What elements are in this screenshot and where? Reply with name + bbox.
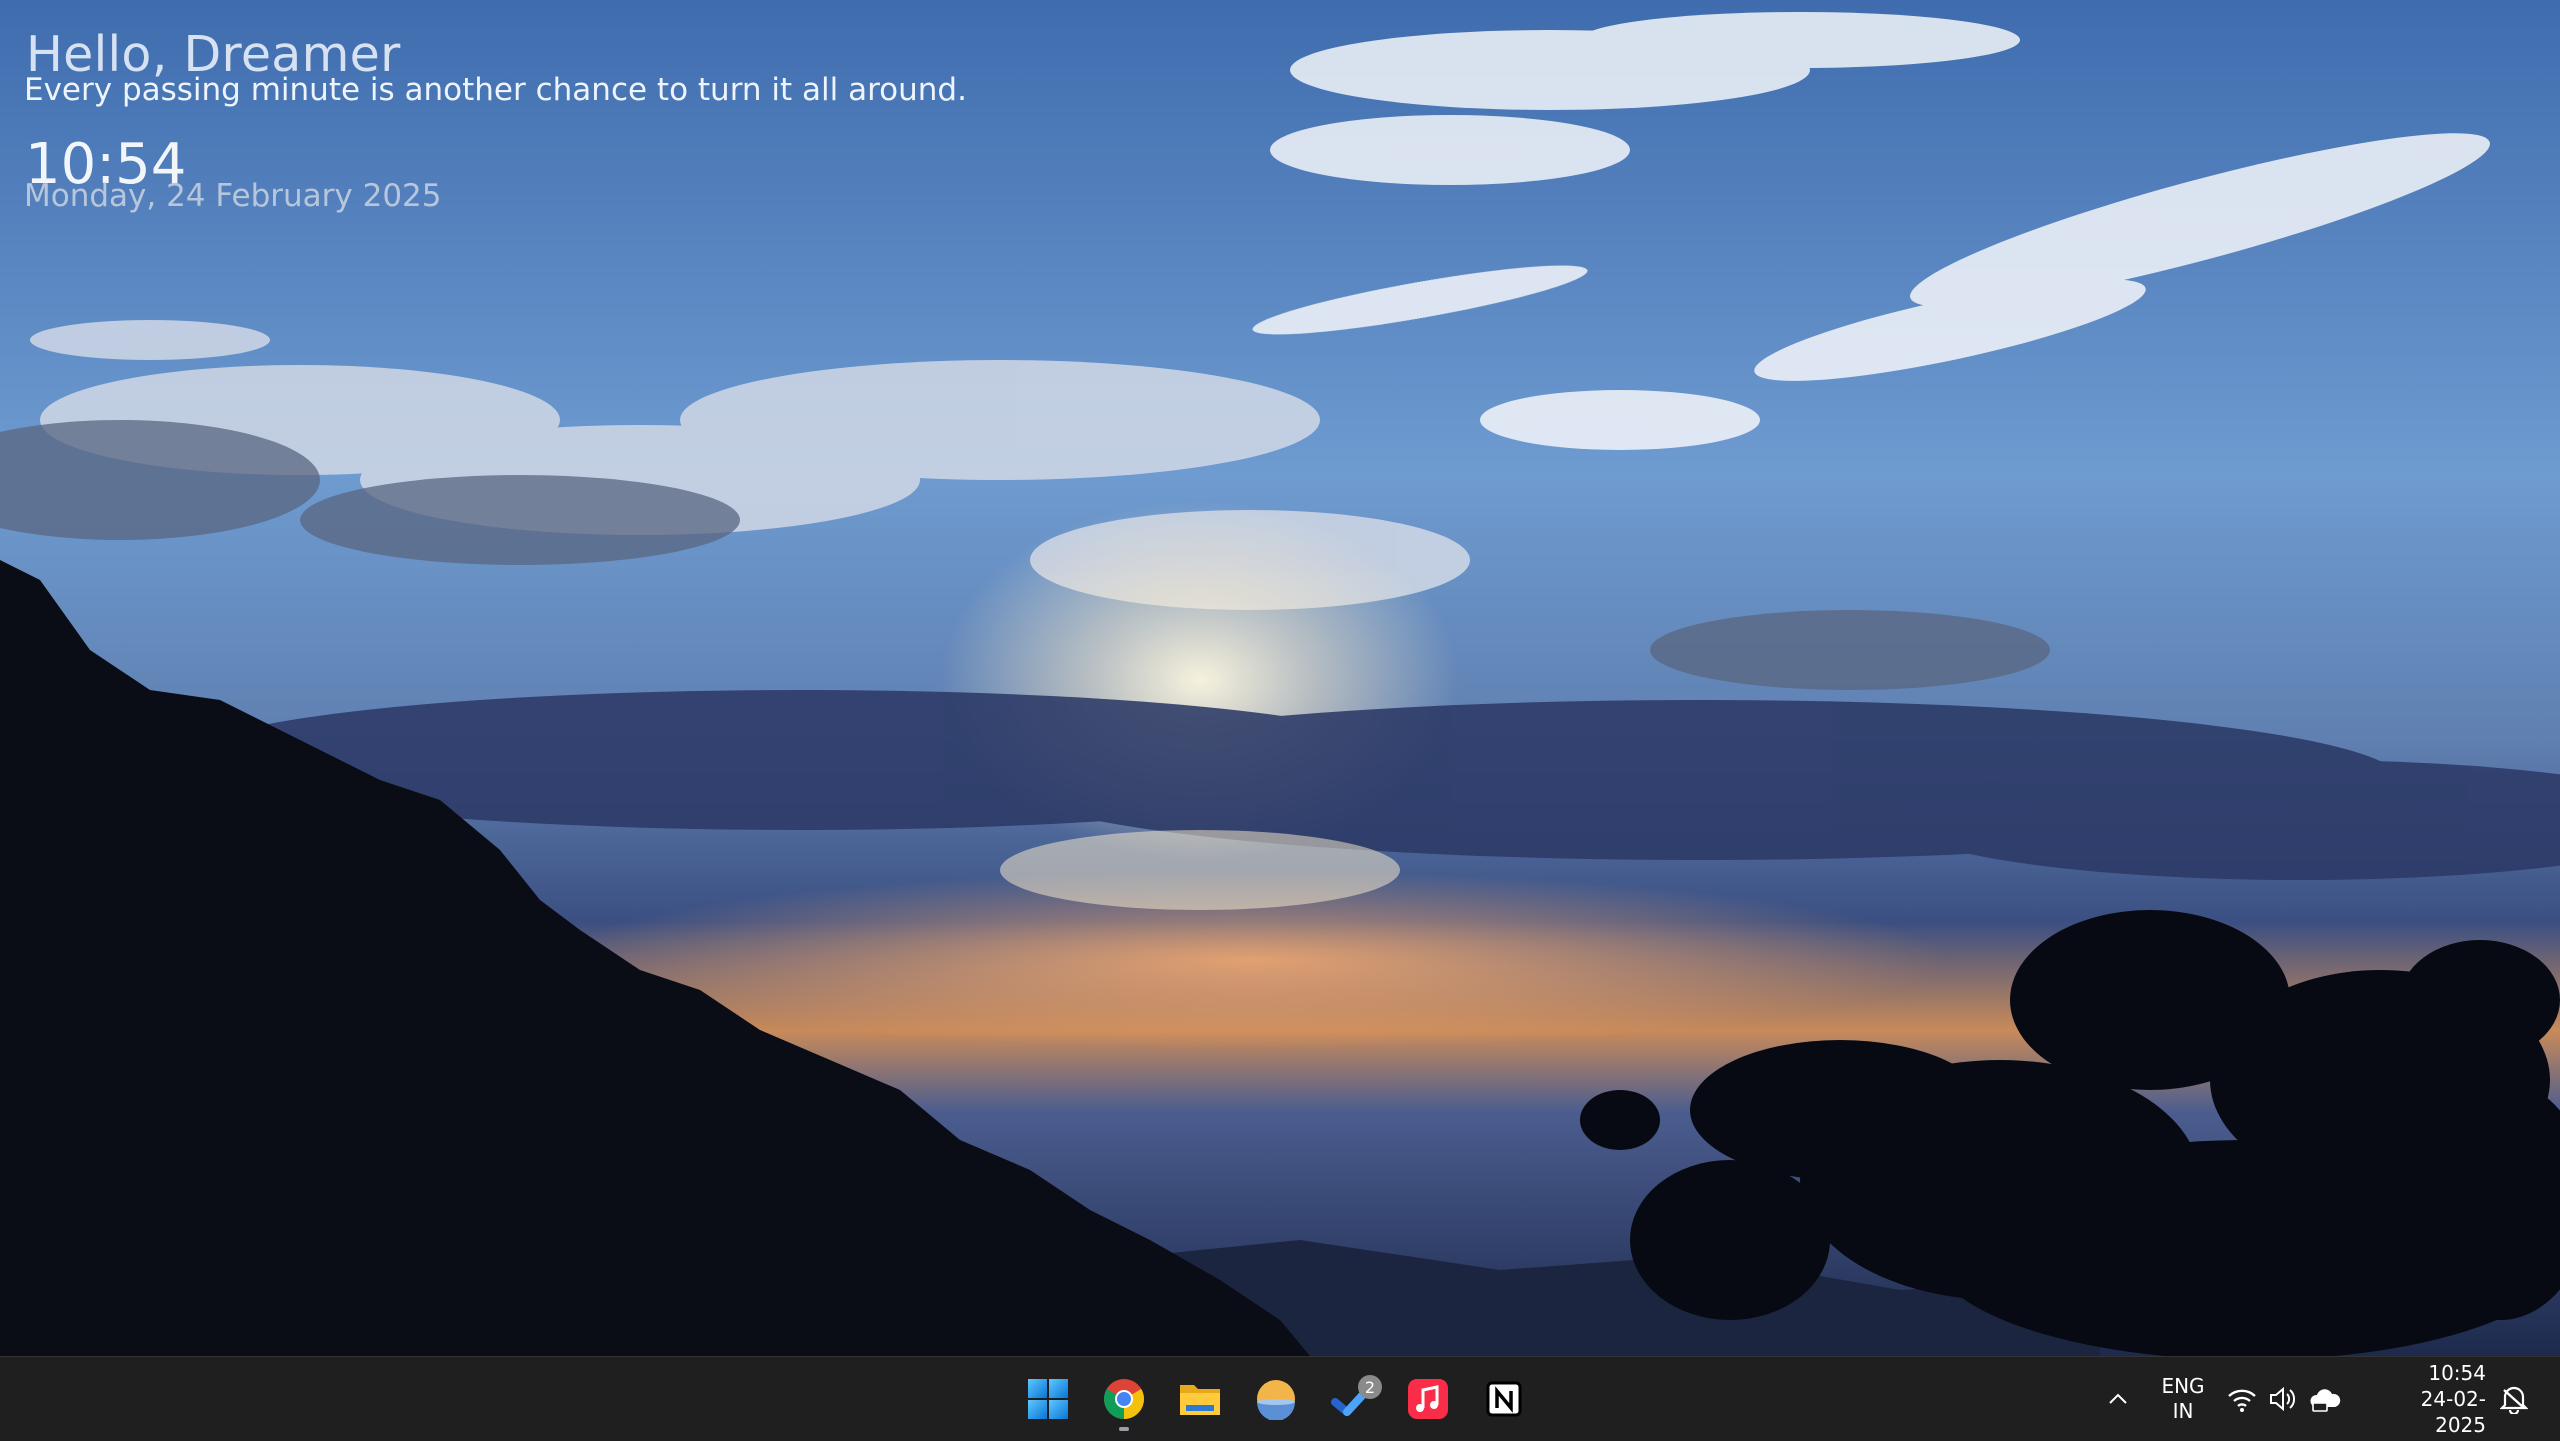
volume-icon (2270, 1386, 2296, 1412)
taskbar-music-button[interactable] (1390, 1361, 1466, 1437)
quick-settings-button[interactable] (2226, 1357, 2342, 1441)
taskbar-clock-button[interactable]: 10:54 24-02-2025 (2370, 1357, 2486, 1441)
taskbar-weather-button[interactable] (1238, 1361, 1314, 1437)
weather-sun-icon (1257, 1380, 1295, 1420)
folder-icon (1180, 1385, 1220, 1415)
taskbar-app-list: 2 (1010, 1357, 1542, 1441)
language-region: IN (2172, 1399, 2194, 1423)
taskbar-time: 10:54 (2428, 1361, 2486, 1385)
music-note-icon (1408, 1379, 1448, 1419)
cloud-sync-icon (2310, 1389, 2341, 1412)
taskbar-todo-button[interactable]: 2 (1314, 1361, 1390, 1437)
notification-center-button[interactable] (2500, 1357, 2528, 1441)
taskbar-file-explorer-button[interactable] (1162, 1361, 1238, 1437)
windows-start-icon (1028, 1379, 1068, 1419)
quote-text: Every passing minute is another chance t… (24, 72, 967, 108)
widget-clock-date: Monday, 24 February 2025 (24, 178, 442, 214)
taskbar-notion-button[interactable] (1466, 1361, 1542, 1437)
chevron-up-icon (2109, 1393, 2127, 1404)
chrome-icon (1104, 1379, 1144, 1419)
start-button[interactable] (1010, 1361, 1086, 1437)
show-hidden-icons-button[interactable] (2100, 1357, 2136, 1441)
notion-icon (1486, 1381, 1522, 1417)
notification-bell-icon (2500, 1386, 2528, 1414)
notification-count-badge: 2 (1358, 1375, 1382, 1399)
taskbar-date: 24-02-2025 (2420, 1387, 2486, 1437)
running-indicator (1119, 1427, 1129, 1431)
language-code: ENG (2161, 1374, 2205, 1398)
taskbar: 2 ENG IN 10:54 24-02-2025 (0, 1356, 2560, 1441)
taskbar-chrome-button[interactable] (1086, 1361, 1162, 1437)
input-language-button[interactable]: ENG IN (2160, 1357, 2206, 1441)
wifi-icon (2228, 1389, 2256, 1412)
